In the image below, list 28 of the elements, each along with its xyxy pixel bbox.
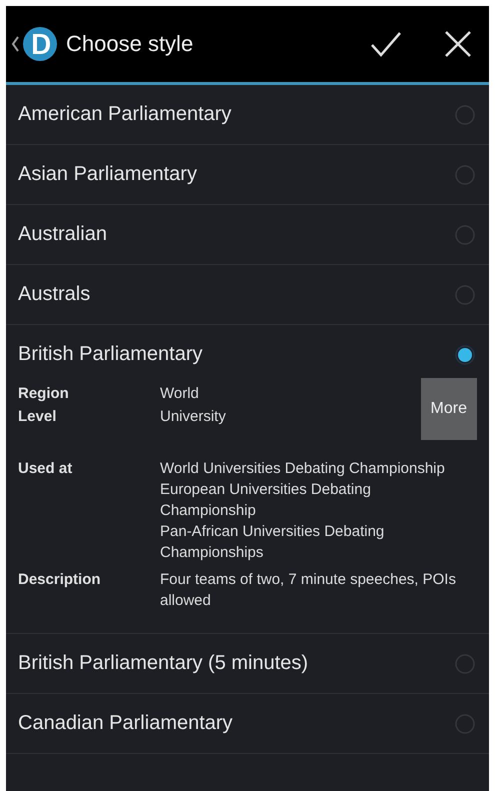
field-label: Level — [18, 407, 58, 426]
radio-button[interactable] — [455, 654, 475, 674]
back-icon[interactable] — [10, 36, 20, 52]
radio-button[interactable] — [455, 714, 475, 734]
screen-title: Choose style — [66, 31, 194, 57]
field-label: Description — [18, 570, 102, 590]
field-label: Region — [18, 384, 70, 403]
style-option[interactable]: Canadian Parliamentary — [18, 712, 455, 735]
style-option[interactable]: British Parliamentary — [18, 343, 455, 366]
style-option[interactable]: Australs — [18, 283, 455, 306]
field-value: Four teams of two, 7 minute speeches, POIs allowed — [160, 570, 457, 611]
style-option[interactable]: Australian — [18, 223, 455, 246]
radio-button[interactable] — [455, 104, 475, 124]
field-value: European Universities Debating Championship — [160, 480, 372, 521]
field-label: Used at — [18, 459, 74, 479]
field-value: World — [160, 384, 200, 403]
field-value: World Universities Debating Championship — [160, 459, 446, 479]
radio-button[interactable] — [455, 164, 475, 184]
more-button[interactable]: More — [420, 378, 477, 440]
radio-button[interactable] — [455, 344, 475, 364]
style-option[interactable]: Asian Parliamentary — [18, 163, 455, 186]
style-option[interactable]: British Parliamentary (5 minutes) — [18, 652, 455, 675]
radio-button[interactable] — [455, 284, 475, 304]
app-logo-icon[interactable] — [22, 26, 58, 62]
field-value: University — [160, 407, 227, 426]
field-value: Pan-African Universities Debating Championships — [160, 522, 386, 563]
radio-button[interactable] — [455, 224, 475, 244]
style-option[interactable]: American Parliamentary — [18, 103, 455, 126]
